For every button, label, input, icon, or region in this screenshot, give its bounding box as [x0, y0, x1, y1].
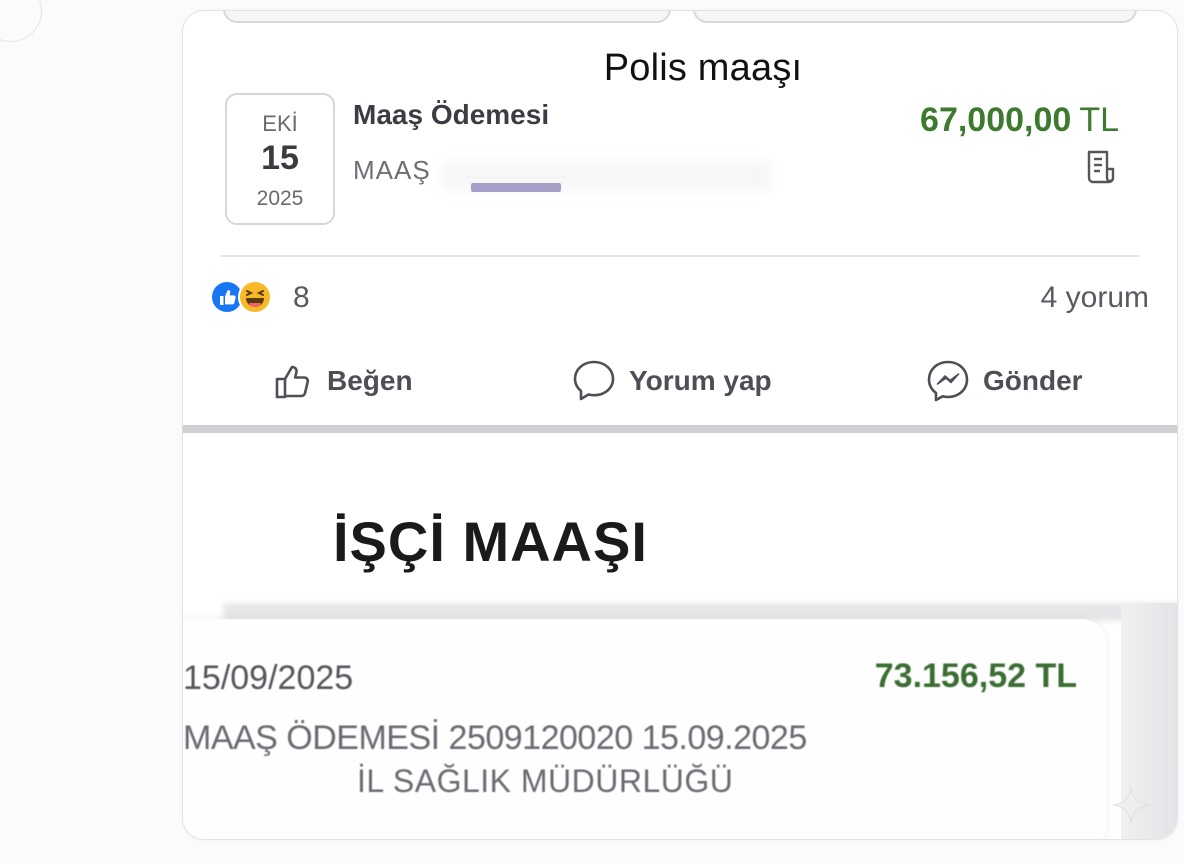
amount-value: 67,000,00: [920, 101, 1072, 139]
previous-card-edge-right: [693, 11, 1137, 23]
comment-button[interactable]: Yorum yap: [571, 357, 772, 405]
haha-reaction-icon: [238, 280, 272, 314]
previous-card-edge-left: [223, 11, 671, 23]
amount-currency: TL: [1079, 101, 1119, 139]
attached-image-title: İŞÇİ MAAŞI: [333, 510, 648, 573]
redaction-bar: [471, 183, 561, 192]
sparkle-icon: [1112, 786, 1150, 824]
like-button[interactable]: Beğen: [271, 357, 413, 405]
corner-decoration: [0, 0, 42, 42]
divider: [221, 255, 1139, 257]
transaction-subtitle: MAAŞ: [353, 155, 431, 185]
send-button[interactable]: Gönder: [925, 357, 1083, 405]
date-month: EKİ: [262, 111, 298, 136]
receipt-icon[interactable]: [1083, 149, 1117, 185]
receipt-institution: İL SAĞLIK MÜDÜRLÜĞÜ: [357, 763, 734, 799]
section-separator: [183, 425, 1177, 433]
reaction-count: 8: [293, 281, 310, 314]
send-label: Gönder: [983, 365, 1083, 396]
attached-image: İŞÇİ MAAŞI 15/09/2025 73.156,52 TL MAAŞ …: [183, 433, 1177, 839]
transaction-amount: 67,000,00 TL: [920, 101, 1119, 140]
date-year: 2025: [256, 187, 304, 210]
thumbs-up-icon: [275, 365, 310, 399]
post-card: Polis maaşı EKİ 15 2025 Maaş Ödemesi MAA…: [182, 10, 1178, 840]
messenger-icon: [927, 360, 969, 402]
date-day: 15: [261, 139, 299, 177]
comment-bubble-icon: [573, 360, 615, 401]
comment-count-link[interactable]: 4 yorum: [1041, 281, 1149, 315]
receipt-description: MAAŞ ÖDEMESİ 2509120020 15.09.2025: [183, 719, 807, 757]
attached-receipt-card: 15/09/2025 73.156,52 TL MAAŞ ÖDEMESİ 250…: [183, 619, 1107, 839]
comment-label: Yorum yap: [629, 365, 772, 396]
receipt-amount: 73.156,52 TL: [874, 657, 1077, 695]
like-label: Beğen: [327, 365, 413, 396]
transaction-title: Maaş Ödemesi: [353, 99, 550, 130]
receipt-date: 15/09/2025: [183, 659, 354, 697]
post-title: Polis maaşı: [603, 47, 803, 89]
transaction-date-box: EKİ 15 2025: [225, 93, 335, 225]
